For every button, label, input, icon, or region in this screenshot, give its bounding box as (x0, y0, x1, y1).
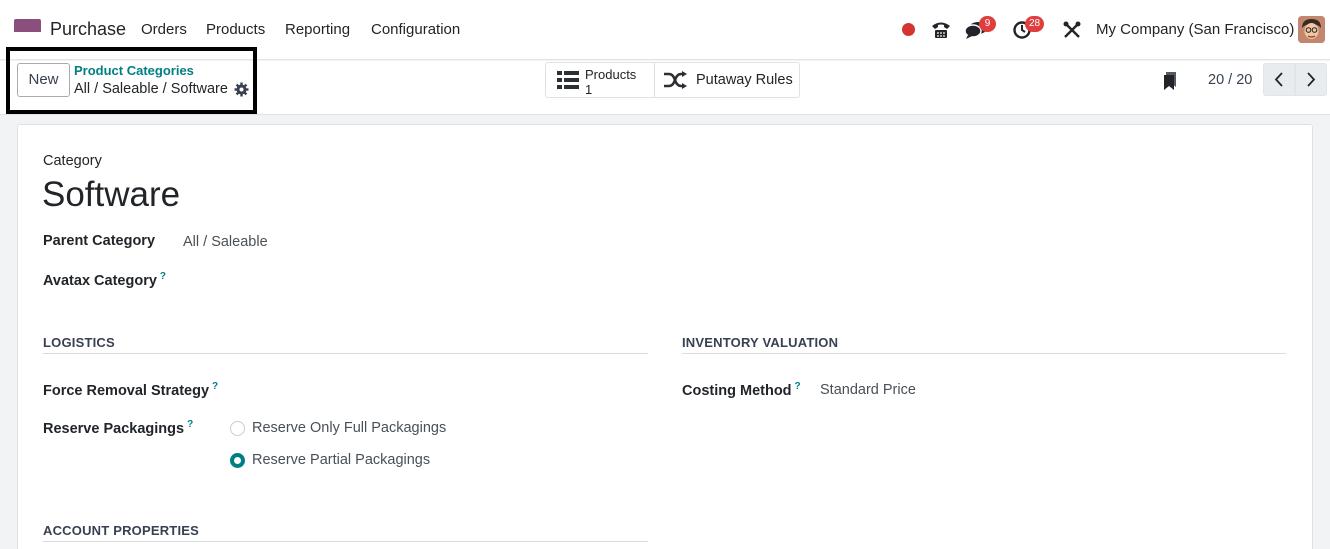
costing-method-label: Costing Method? (682, 381, 801, 399)
menu-reporting[interactable]: Reporting (285, 21, 350, 38)
radio-reserve-partial[interactable] (230, 453, 245, 468)
logistics-separator (43, 353, 648, 354)
messages-badge: 9 (979, 16, 996, 32)
company-switcher[interactable]: My Company (San Francisco) (1096, 21, 1294, 38)
purchase-app-icon[interactable] (14, 19, 41, 39)
list-icon (557, 71, 579, 89)
avatax-category-label: Avatax Category? (43, 271, 166, 289)
removal-strategy-text: Force Removal Strategy (43, 382, 210, 399)
menu-configuration[interactable]: Configuration (371, 21, 460, 38)
activities-badge: 28 (1025, 16, 1045, 32)
putaway-rules-label: Putaway Rules (696, 72, 793, 88)
chevron-left-icon (1274, 72, 1283, 87)
costing-method-field[interactable]: Standard Price (820, 382, 916, 398)
option-reserve-partial[interactable]: Reserve Partial Packagings (252, 452, 430, 468)
bookmark-icon[interactable] (1163, 71, 1177, 91)
help-tooltip-icon[interactable]: ? (187, 419, 193, 430)
menu-products[interactable]: Products (206, 21, 265, 38)
help-tooltip-icon[interactable]: ? (160, 271, 166, 282)
reserve-packagings-label: Reserve Packagings? (43, 419, 193, 437)
account-properties-separator (43, 541, 648, 542)
removal-strategy-label: Force Removal Strategy? (43, 381, 218, 399)
avatax-label-text: Avatax Category (43, 272, 157, 289)
products-smart-button[interactable]: Products 1 (545, 62, 655, 98)
parent-category-field[interactable]: All / Saleable (183, 234, 268, 250)
app-name[interactable]: Purchase (50, 19, 126, 40)
user-avatar[interactable] (1298, 16, 1325, 43)
help-tooltip-icon[interactable]: ? (795, 381, 801, 392)
category-label: Category (43, 153, 102, 169)
breadcrumb-highlight-box (6, 47, 257, 114)
reserve-packagings-text: Reserve Packagings (43, 420, 185, 437)
shuffle-icon (663, 71, 687, 89)
pager-previous-button[interactable] (1263, 63, 1295, 96)
products-smart-count: 1 (585, 82, 593, 97)
option-reserve-full[interactable]: Reserve Only Full Packagings (252, 420, 446, 436)
phone-icon[interactable] (930, 19, 952, 39)
help-tooltip-icon[interactable]: ? (212, 381, 218, 392)
logistics-section-title: LOGISTICS (43, 335, 115, 350)
putaway-rules-smart-button[interactable]: Putaway Rules (654, 62, 800, 98)
inventory-valuation-separator (682, 353, 1286, 354)
chevron-right-icon (1307, 72, 1316, 87)
costing-method-text: Costing Method (682, 382, 792, 399)
recording-dot-icon[interactable] (902, 23, 915, 36)
tools-icon[interactable] (1063, 21, 1081, 39)
menu-orders[interactable]: Orders (141, 21, 187, 38)
radio-reserve-full[interactable] (230, 421, 245, 436)
account-properties-section-title: ACCOUNT PROPERTIES (43, 523, 200, 538)
form-sheet (17, 124, 1313, 549)
products-smart-label: Products (585, 67, 637, 82)
pager-value[interactable]: 20 / 20 (1208, 72, 1252, 88)
pager-next-button[interactable] (1295, 63, 1327, 96)
inventory-valuation-section-title: INVENTORY VALUATION (682, 335, 839, 350)
parent-category-label: Parent Category (43, 233, 156, 249)
category-name-input[interactable]: Software (42, 175, 180, 215)
